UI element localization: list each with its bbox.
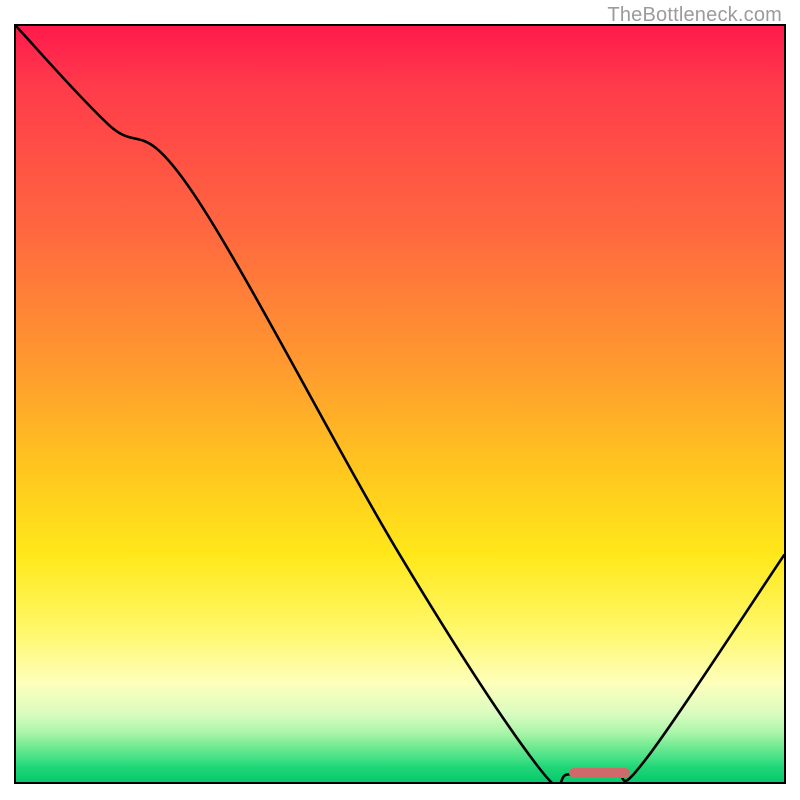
chart-container: TheBottleneck.com <box>0 0 800 800</box>
bottleneck-curve <box>16 26 784 782</box>
plot-area <box>14 24 786 784</box>
curve-path <box>16 26 784 782</box>
watermark-text: TheBottleneck.com <box>607 4 782 27</box>
optimal-marker <box>569 768 630 778</box>
